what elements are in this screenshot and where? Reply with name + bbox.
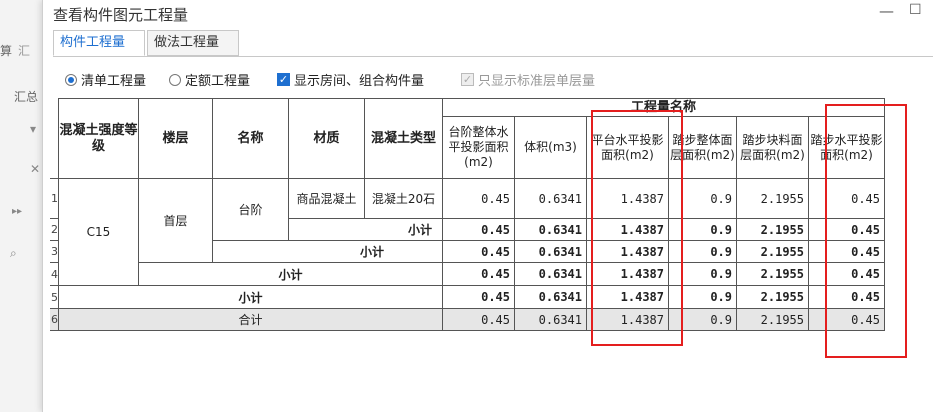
row-number: 3 (50, 240, 59, 263)
subtotal-label: 小计 (138, 262, 443, 286)
table-row[interactable]: 5 小计 0.45 0.6341 1.4387 0.9 2.1955 0.45 (50, 285, 885, 309)
radio-label: 清单工程量 (81, 74, 147, 89)
group-header: 工程量名称 (442, 98, 885, 117)
column-header[interactable]: 台阶整体水平投影面积(m2) (442, 116, 515, 179)
value-cell[interactable]: 0.9 (668, 218, 737, 241)
dialog-title: 查看构件图元工程量 (53, 6, 189, 24)
value-cell[interactable]: 0.45 (442, 218, 515, 241)
value-cell[interactable]: 0.45 (808, 285, 885, 309)
column-header[interactable]: 楼层 (138, 98, 213, 179)
subtotal-label: 小计 (58, 285, 443, 309)
corner-cell (50, 98, 59, 179)
column-header[interactable]: 混凝土类型 (364, 98, 443, 179)
column-header[interactable]: 平台水平投影面积(m2) (586, 116, 669, 179)
maximize-icon[interactable]: ☐ (909, 2, 922, 18)
value-cell[interactable]: 2.1955 (736, 178, 809, 219)
expand-icon[interactable]: ▸▸ (12, 206, 22, 217)
radio-bill-quantity[interactable]: 清单工程量 (65, 70, 146, 89)
column-header[interactable]: 踏步整体面层面积(m2) (668, 116, 737, 179)
value-cell[interactable]: 2.1955 (736, 262, 809, 286)
radio-quota-quantity[interactable]: 定额工程量 (169, 70, 250, 89)
material-cell[interactable]: 商品混凝土 (288, 178, 365, 219)
value-cell[interactable]: 1.4387 (586, 218, 669, 241)
value-cell[interactable]: 0.6341 (514, 240, 587, 263)
quantity-dialog: 查看构件图元工程量 — ☐ 构件工程量 做法工程量 清单工程量 定额工程量 ✓ … (42, 0, 942, 412)
close-icon[interactable]: ✕ (30, 162, 40, 176)
total-label: 合计 (58, 308, 443, 331)
value-cell[interactable]: 0.45 (808, 178, 885, 219)
header-row: 混凝土强度等级 楼层 名称 材质 混凝土类型 工程量名称 (50, 98, 885, 179)
row-number: 5 (50, 285, 59, 309)
value-cell[interactable]: 0.45 (808, 218, 885, 241)
value-cell[interactable]: 2.1955 (736, 240, 809, 263)
caret-icon[interactable]: ▾ (30, 122, 36, 136)
column-header[interactable]: 混凝土强度等级 (58, 98, 139, 179)
column-header[interactable]: 踏步块料面层面积(m2) (736, 116, 809, 179)
value-cell[interactable]: 1.4387 (586, 285, 669, 309)
value-cell[interactable]: 0.45 (442, 262, 515, 286)
total-row[interactable]: 6 合计 0.45 0.6341 1.4387 0.9 2.1955 0.45 (50, 308, 885, 331)
background-label: 算 (0, 44, 13, 58)
value-cell[interactable]: 0.9 (668, 240, 737, 263)
column-header[interactable]: 材质 (288, 98, 365, 179)
search-icon[interactable]: ⌕ (10, 246, 17, 261)
value-cell[interactable]: 1.4387 (586, 240, 669, 263)
column-header[interactable]: 体积(m3) (514, 116, 587, 179)
radio-label: 定额工程量 (185, 74, 251, 89)
checkbox-show-rooms[interactable]: ✓ 显示房间、组合构件量 (277, 70, 424, 89)
tab-method-quantity[interactable]: 做法工程量 (147, 30, 239, 56)
background-label: 汇总 (14, 90, 39, 104)
value-cell[interactable]: 0.45 (808, 240, 885, 263)
value-cell[interactable]: 0.45 (442, 178, 515, 219)
value-cell[interactable]: 2.1955 (736, 308, 809, 331)
value-cell[interactable]: 1.4387 (586, 308, 669, 331)
value-cell[interactable]: 0.6341 (514, 285, 587, 309)
table-row[interactable]: 1 C15 首层 台阶 商品混凝土 混凝土20石 0.45 0.6341 1.4… (50, 178, 885, 286)
value-cell[interactable]: 0.45 (808, 262, 885, 286)
floor-cell[interactable]: 首层 (138, 178, 213, 263)
subtotal-label: 小计 (288, 218, 443, 241)
tab-divider (53, 56, 933, 57)
row-number: 2 (50, 218, 59, 241)
value-cell[interactable]: 0.45 (442, 308, 515, 331)
background-app-panel: 算 汇 汇总 ▾ ✕ ▸▸ ⌕ (0, 0, 43, 412)
background-label: 汇 (18, 44, 31, 58)
radio-unselected-icon (169, 73, 181, 86)
value-cell[interactable]: 1.4387 (586, 262, 669, 286)
table-row[interactable]: 4 小计 0.45 0.6341 1.4387 0.9 2.1955 0.45 (50, 262, 885, 286)
value-cell[interactable]: 2.1955 (736, 218, 809, 241)
value-cell[interactable]: 2.1955 (736, 285, 809, 309)
row-number: 1 (50, 178, 59, 219)
concrete-type-cell[interactable]: 混凝土20石 (364, 178, 443, 219)
value-cell[interactable]: 0.6341 (514, 218, 587, 241)
row-number: 6 (50, 308, 59, 331)
quantity-table: 混凝土强度等级 楼层 名称 材质 混凝土类型 工程量名称 台阶整体水平投影面积(… (50, 98, 885, 331)
column-header[interactable]: 踏步水平投影面积(m2) (808, 116, 885, 179)
row-number: 4 (50, 262, 59, 286)
value-cell[interactable]: 0.9 (668, 262, 737, 286)
checkbox-label: 只显示标准层单层量 (478, 74, 596, 89)
minimize-icon[interactable]: — (879, 2, 894, 20)
radio-selected-icon (65, 73, 77, 86)
subtotal-label: 小计 (212, 240, 443, 263)
value-cell[interactable]: 0.45 (808, 308, 885, 331)
checkbox-disabled-icon: ✓ (461, 73, 474, 86)
value-cell[interactable]: 0.6341 (514, 262, 587, 286)
tab-component-quantity[interactable]: 构件工程量 (53, 30, 145, 56)
value-cell[interactable]: 0.6341 (514, 178, 587, 219)
column-header[interactable]: 名称 (212, 98, 289, 179)
value-cell[interactable]: 1.4387 (586, 178, 669, 219)
value-cell[interactable]: 0.45 (442, 240, 515, 263)
value-cell[interactable]: 0.6341 (514, 308, 587, 331)
value-cell[interactable]: 0.45 (442, 285, 515, 309)
grade-cell[interactable]: C15 (58, 178, 139, 286)
checkbox-checked-icon: ✓ (277, 73, 290, 86)
value-cell[interactable]: 0.9 (668, 285, 737, 309)
name-cell[interactable]: 台阶 (212, 178, 289, 241)
value-cell[interactable]: 0.9 (668, 308, 737, 331)
checkbox-label: 显示房间、组合构件量 (294, 74, 425, 89)
checkbox-standard-floor: ✓ 只显示标准层单层量 (461, 70, 595, 89)
value-cell[interactable]: 0.9 (668, 178, 737, 219)
